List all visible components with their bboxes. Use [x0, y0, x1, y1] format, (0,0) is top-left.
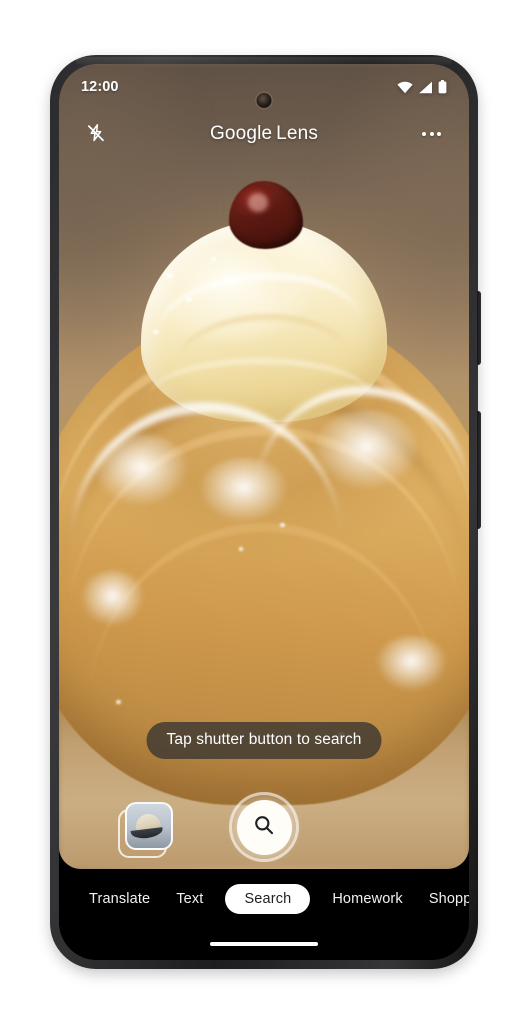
- search-icon: [252, 813, 276, 842]
- shutter-search-button[interactable]: [229, 792, 299, 862]
- app-top-bar: Google Lens: [59, 110, 469, 158]
- sugar-patch-3: [313, 410, 420, 491]
- mode-navigation-bar: Translate Text Search Homework Shopping: [59, 869, 469, 960]
- status-icons: [397, 80, 447, 94]
- battery-icon: [438, 80, 447, 94]
- mode-chip-shopping[interactable]: Shopping: [425, 884, 469, 914]
- shutter-hint-tooltip: Tap shutter button to search: [146, 722, 382, 759]
- google-brand-text: Google: [210, 123, 273, 144]
- mode-chip-search[interactable]: Search: [225, 884, 311, 914]
- power-button[interactable]: [477, 411, 481, 529]
- sugar-speck-3: [210, 257, 216, 262]
- phone-device-frame: 12:00 Google Lens Tap shutter button to …: [50, 55, 481, 969]
- more-options-icon[interactable]: [415, 117, 449, 151]
- front-camera-punch-hole: [256, 93, 272, 108]
- google-lens-wordmark: Google Lens: [210, 123, 318, 145]
- sugar-speck-4: [153, 329, 160, 334]
- mode-chip-translate[interactable]: Translate: [85, 884, 154, 914]
- mode-chip-strip[interactable]: Translate Text Search Homework Shopping: [59, 879, 469, 919]
- sugar-patch-2: [198, 458, 289, 523]
- capture-controls-row: [59, 784, 469, 869]
- lens-product-text: Lens: [276, 123, 318, 144]
- status-time: 12:00: [81, 79, 119, 95]
- shutter-button-inner: [236, 799, 292, 855]
- wifi-icon: [397, 81, 413, 94]
- cellular-signal-icon: [418, 81, 433, 94]
- sugar-patch-1: [91, 434, 191, 507]
- mode-chip-homework[interactable]: Homework: [328, 884, 407, 914]
- gallery-thumbnail-image: [125, 802, 173, 850]
- flash-off-icon[interactable]: [79, 117, 113, 151]
- sugar-patch-5: [374, 635, 449, 692]
- phone-screen: 12:00 Google Lens Tap shutter button to …: [59, 64, 469, 960]
- volume-button[interactable]: [477, 291, 481, 365]
- cherry-highlight: [247, 192, 269, 213]
- mode-chip-text[interactable]: Text: [172, 884, 207, 914]
- camera-viewfinder[interactable]: 12:00 Google Lens Tap shutter button to …: [59, 64, 469, 869]
- gallery-thumbnail-button[interactable]: [118, 802, 173, 858]
- home-indicator[interactable]: [210, 942, 318, 946]
